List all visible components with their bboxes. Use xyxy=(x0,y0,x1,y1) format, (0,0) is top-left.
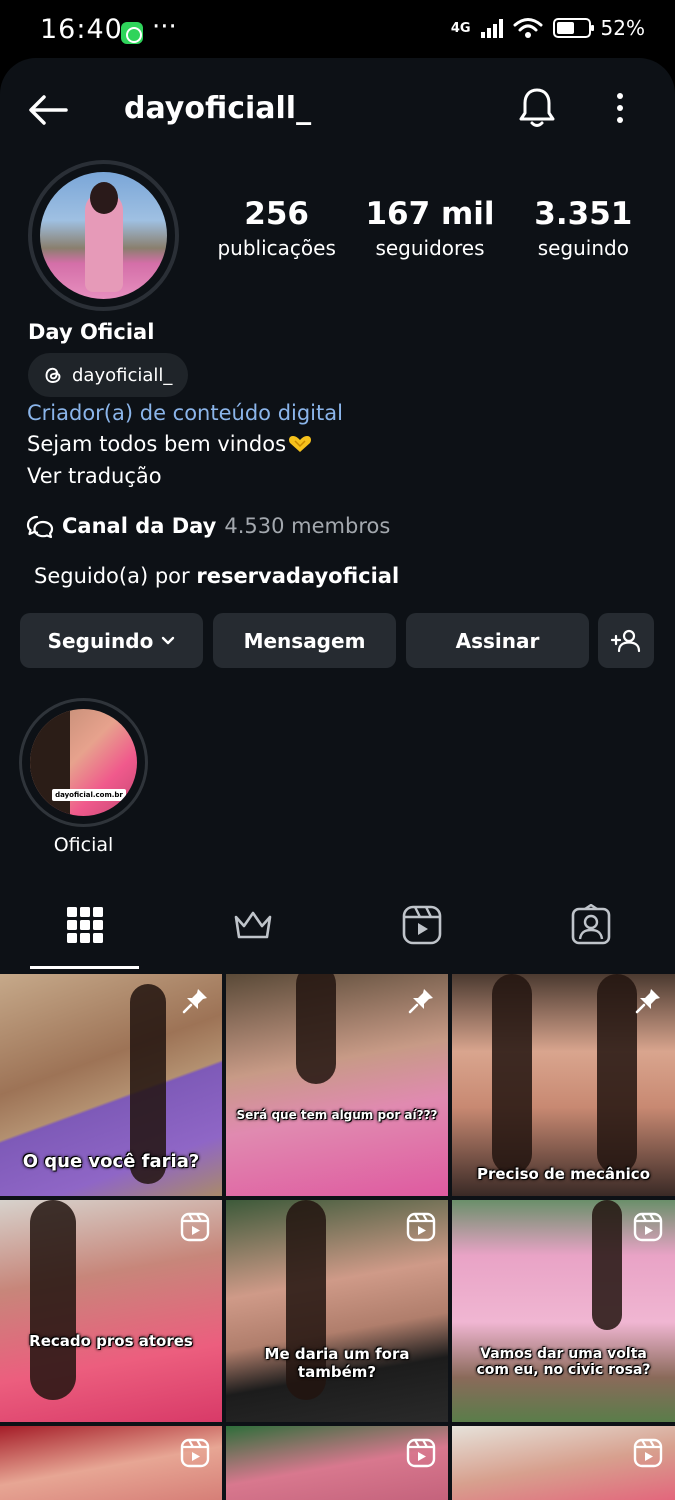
stat-followers[interactable]: 167 mil seguidores xyxy=(353,196,506,260)
profile-stats: 256 publicações 167 mil seguidores 3.351… xyxy=(200,196,660,260)
status-icons: 4G 52% xyxy=(451,16,645,40)
highlight-cover: dayoficial.com.br xyxy=(30,709,137,816)
battery-icon xyxy=(552,18,594,38)
pin-icon xyxy=(635,989,660,1014)
profile-screen: dayoficiall_ 256 publicações 167 mil seg… xyxy=(0,58,675,1500)
post-caption: Me daria um fora também? xyxy=(264,1345,410,1381)
stat-posts-label: publicações xyxy=(217,236,336,260)
threads-badge[interactable]: dayoficiall_ xyxy=(28,353,189,397)
post-thumbnail[interactable] xyxy=(0,1426,222,1500)
tagged-tab-icon[interactable] xyxy=(571,904,611,946)
post-thumbnail[interactable]: O que você faria? xyxy=(0,974,222,1196)
stat-followers-label: seguidores xyxy=(375,236,485,260)
stat-following-value: 3.351 xyxy=(534,196,633,232)
notification-bell-icon[interactable] xyxy=(516,86,558,130)
suggested-users-button[interactable] xyxy=(598,613,654,668)
profile-bio: Sejam todos bem vindos xyxy=(27,432,312,456)
story-highlight-oficial[interactable]: dayoficial.com.br xyxy=(19,698,148,827)
followed-by-user: reservadayoficial xyxy=(196,564,400,588)
status-time: 16:40 xyxy=(40,14,123,45)
channel-members: 4.530 membros xyxy=(224,514,391,538)
reel-icon xyxy=(633,1438,663,1468)
see-translation-link[interactable]: Ver tradução xyxy=(27,464,162,488)
profile-avatar-ring[interactable] xyxy=(28,160,179,311)
battery-percent: 52% xyxy=(600,16,645,40)
followed-by-prefix: Seguido(a) por xyxy=(34,564,190,588)
post-figure xyxy=(597,974,637,1174)
post-thumbnail[interactable]: Recado pros atores xyxy=(0,1200,222,1422)
profile-full-name: Day Oficial xyxy=(28,320,155,344)
grid-posts-tab-icon[interactable] xyxy=(65,904,105,946)
back-arrow-icon[interactable] xyxy=(26,88,70,132)
reel-icon xyxy=(406,1438,436,1468)
stat-posts[interactable]: 256 publicações xyxy=(200,196,353,260)
post-figure xyxy=(492,974,532,1174)
reel-icon xyxy=(180,1438,210,1468)
chevron-down-icon xyxy=(162,636,175,644)
post-thumbnail[interactable]: Preciso de mecânico xyxy=(452,974,675,1196)
broadcast-channel[interactable]: Canal da Day 4.530 membros xyxy=(26,513,390,539)
post-figure xyxy=(592,1200,622,1330)
post-caption: Preciso de mecânico xyxy=(476,1165,651,1183)
crown-subscriber-tab-icon[interactable] xyxy=(233,904,273,946)
wifi-icon xyxy=(513,18,543,38)
post-caption: Vamos dar uma volta com eu, no civic ros… xyxy=(476,1346,651,1378)
add-person-icon xyxy=(611,629,641,652)
profile-bio-text: Sejam todos bem vindos xyxy=(27,432,287,456)
posts-grid: O que você faria? Será que tem algum por… xyxy=(0,974,675,1500)
profile-category[interactable]: Criador(a) de conteúdo digital xyxy=(27,401,343,425)
signal-icon xyxy=(480,18,503,38)
post-caption: O que você faria? xyxy=(22,1151,200,1172)
reel-icon xyxy=(406,1212,436,1242)
followed-by[interactable]: Seguido(a) por reservadayoficial xyxy=(34,564,399,588)
post-thumbnail[interactable] xyxy=(226,1426,448,1500)
channel-name: Canal da Day xyxy=(62,514,217,538)
heart-hands-emoji-icon xyxy=(289,436,312,452)
reels-tab-icon[interactable] xyxy=(402,904,442,946)
reel-icon xyxy=(180,1212,210,1242)
stat-following[interactable]: 3.351 seguindo xyxy=(507,196,660,260)
post-caption: Recado pros atores xyxy=(29,1332,193,1350)
profile-avatar xyxy=(40,172,167,299)
post-figure xyxy=(296,974,336,1084)
channel-chat-icon xyxy=(26,515,54,539)
reel-icon xyxy=(633,1212,663,1242)
top-bar: dayoficiall_ xyxy=(0,58,675,158)
more-notifications-indicator: ··· xyxy=(152,12,177,42)
status-bar: 16:40 ··· 4G 52% xyxy=(0,0,675,62)
profile-username: dayoficiall_ xyxy=(124,91,312,126)
post-thumbnail[interactable]: Me daria um fora também? xyxy=(226,1200,448,1422)
threads-handle: dayoficiall_ xyxy=(72,364,173,386)
profile-actions: Seguindo Mensagem Assinar xyxy=(20,613,654,669)
subscribe-button-label: Assinar xyxy=(455,628,540,653)
post-thumbnail[interactable]: Vamos dar uma volta com eu, no civic ros… xyxy=(452,1200,675,1422)
following-button-label: Seguindo xyxy=(47,628,154,653)
following-button[interactable]: Seguindo xyxy=(20,613,203,668)
pin-icon xyxy=(408,989,433,1014)
whatsapp-notification-icon xyxy=(121,22,143,44)
avatar-head xyxy=(90,182,118,214)
subscribe-button[interactable]: Assinar xyxy=(406,613,589,668)
profile-tabs xyxy=(0,892,675,972)
threads-icon xyxy=(45,367,61,383)
message-button[interactable]: Mensagem xyxy=(213,613,396,668)
post-figure xyxy=(30,1200,76,1400)
more-options-icon[interactable] xyxy=(606,88,634,128)
active-tab-indicator xyxy=(30,966,139,969)
post-thumbnail[interactable]: Será que tem algum por aí??? xyxy=(226,974,448,1196)
stat-posts-value: 256 xyxy=(244,196,310,232)
stat-followers-value: 167 mil xyxy=(365,196,495,232)
post-thumbnail[interactable] xyxy=(452,1426,675,1500)
pin-icon xyxy=(182,989,207,1014)
highlight-cover-caption: dayoficial.com.br xyxy=(52,789,126,801)
post-caption: Será que tem algum por aí??? xyxy=(236,1108,438,1122)
highlight-label: Oficial xyxy=(53,834,114,856)
network-type: 4G xyxy=(450,20,471,36)
stat-following-label: seguindo xyxy=(537,236,629,260)
message-button-label: Mensagem xyxy=(243,628,366,653)
